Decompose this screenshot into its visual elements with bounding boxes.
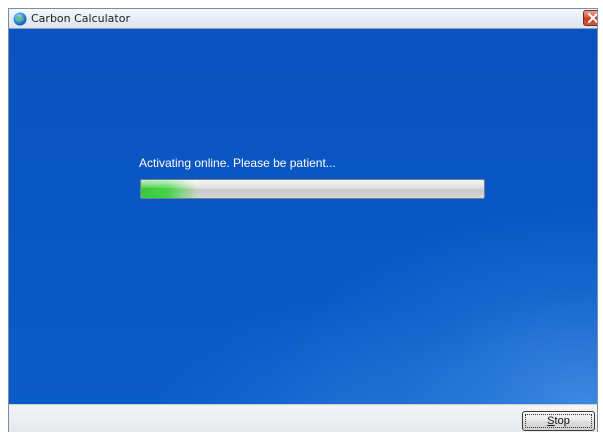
main-panel: Activating online. Please be patient...	[9, 29, 597, 404]
app-window: Carbon Calculator Activating online. Ple…	[8, 8, 598, 432]
stop-button[interactable]: Stop	[522, 411, 595, 431]
stop-button-label: top	[554, 414, 570, 427]
close-icon	[588, 13, 597, 23]
footer-bar: Stop	[9, 404, 597, 432]
globe-icon	[13, 12, 27, 26]
close-button[interactable]	[583, 10, 597, 26]
progress-fill	[141, 180, 200, 198]
stop-button-accelerator: S	[547, 414, 555, 427]
window-title: Carbon Calculator	[31, 12, 130, 25]
title-bar[interactable]: Carbon Calculator	[9, 9, 597, 29]
status-message: Activating online. Please be patient...	[139, 156, 336, 170]
progress-bar	[140, 179, 485, 199]
